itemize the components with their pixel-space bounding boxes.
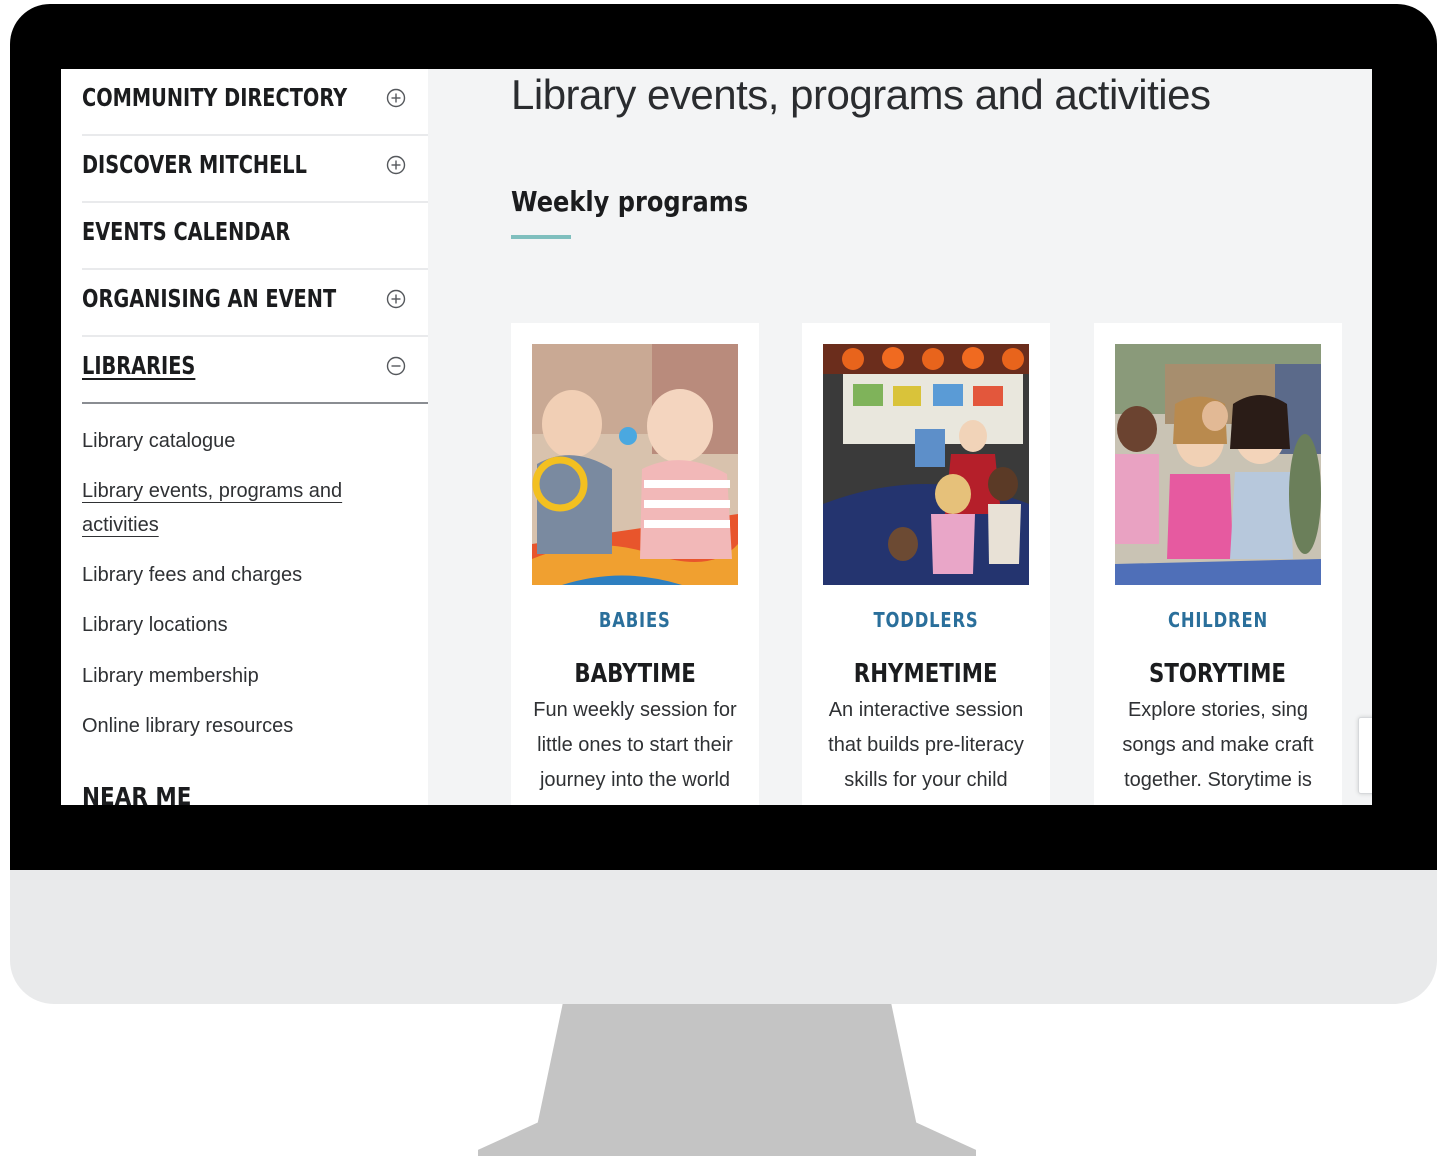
card-description: An interactive session that builds pre-l… bbox=[828, 699, 1024, 791]
sidebar-item-community-directory[interactable]: COMMUNITY DIRECTORY bbox=[82, 69, 428, 136]
sub-link-library-catalogue[interactable]: Library catalogue bbox=[82, 424, 235, 458]
sidebar-item-label: EVENTS CALENDAR bbox=[82, 217, 291, 246]
sub-link-library-locations[interactable]: Library locations bbox=[82, 608, 228, 642]
card-title[interactable]: RHYMETIME bbox=[802, 659, 1050, 689]
plus-circle-icon[interactable] bbox=[386, 88, 406, 108]
monitor-stand bbox=[478, 1004, 976, 1156]
card-photo-babies bbox=[532, 344, 738, 585]
sidebar-item-organising-an-event[interactable]: ORGANISING AN EVENT bbox=[82, 270, 428, 337]
card-category: TODDLERS bbox=[873, 608, 979, 632]
card-photo-children bbox=[1115, 344, 1321, 585]
sidebar-item-label: ORGANISING AN EVENT bbox=[82, 284, 337, 313]
page-title: Library events, programs and activities bbox=[511, 71, 1211, 118]
card-description: Explore stories, sing songs and make cra… bbox=[1122, 699, 1314, 791]
card-photo-toddlers bbox=[823, 344, 1029, 585]
sidebar-item-discover-mitchell[interactable]: DISCOVER MITCHELL bbox=[82, 136, 428, 203]
monitor-chin bbox=[10, 870, 1437, 1004]
recaptcha-badge[interactable] bbox=[1358, 717, 1372, 794]
screen: COMMUNITY DIRECTORY DISCOVER MITCHELL EV… bbox=[61, 69, 1372, 805]
sidebar-item-label: LIBRARIES bbox=[82, 351, 196, 380]
card-category: BABIES bbox=[599, 608, 671, 632]
sub-link-online-resources[interactable]: Online library resources bbox=[82, 709, 293, 743]
sidebar-item-label: COMMUNITY DIRECTORY bbox=[82, 83, 348, 112]
plus-circle-icon[interactable] bbox=[386, 289, 406, 309]
plus-circle-icon[interactable] bbox=[386, 155, 406, 175]
card-title[interactable]: STORYTIME bbox=[1094, 659, 1342, 689]
sub-link-library-fees[interactable]: Library fees and charges bbox=[82, 558, 302, 592]
sidebar-item-label: DISCOVER MITCHELL bbox=[82, 150, 307, 179]
card-title[interactable]: BABYTIME bbox=[511, 659, 759, 689]
section-heading: Weekly programs bbox=[511, 185, 749, 218]
heading-accent-rule bbox=[511, 235, 571, 239]
near-me-heading[interactable]: NEAR ME bbox=[82, 782, 191, 805]
sidebar: COMMUNITY DIRECTORY DISCOVER MITCHELL EV… bbox=[61, 69, 428, 805]
sidebar-item-events-calendar[interactable]: EVENTS CALENDAR bbox=[82, 203, 428, 270]
sub-link-library-events-current-cont[interactable]: activities bbox=[82, 508, 159, 542]
card-category: CHILDREN bbox=[1167, 608, 1269, 632]
sub-link-library-events-current[interactable]: Library events, programs and bbox=[82, 474, 342, 508]
program-card-storytime[interactable]: CHILDREN STORYTIME Explore stories, sing… bbox=[1094, 323, 1342, 805]
minus-circle-icon[interactable] bbox=[386, 356, 406, 376]
sub-link-library-membership[interactable]: Library membership bbox=[82, 659, 259, 693]
program-card-babytime[interactable]: BABIES BABYTIME Fun weekly session for l… bbox=[511, 323, 759, 805]
program-card-rhymetime[interactable]: TODDLERS RHYMETIME An interactive sessio… bbox=[802, 323, 1050, 805]
card-description: Fun weekly session for little ones to st… bbox=[533, 699, 737, 791]
sidebar-item-libraries[interactable]: LIBRARIES bbox=[82, 337, 428, 404]
